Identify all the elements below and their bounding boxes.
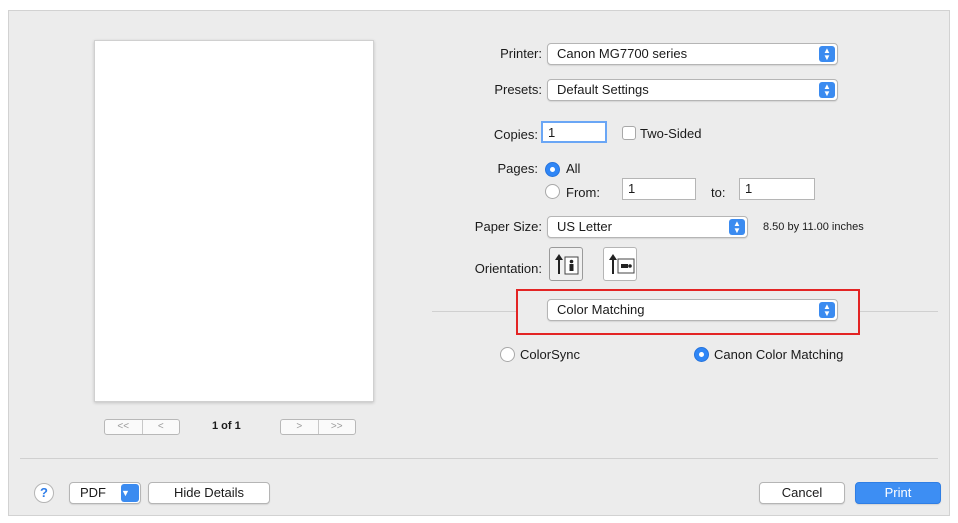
first-page-button[interactable]: << xyxy=(105,420,142,434)
paper-size-value: US Letter xyxy=(557,219,612,234)
landscape-orientation-button[interactable] xyxy=(603,247,637,281)
presets-popup[interactable]: Default Settings ▲ ▼ xyxy=(547,79,838,101)
page-count: 1 of 1 xyxy=(212,420,241,432)
landscape-icon xyxy=(609,254,635,274)
paper-size-popup[interactable]: US Letter ▲ ▼ xyxy=(547,216,748,238)
pages-from-label: From: xyxy=(566,185,600,200)
colorsync-label: ColorSync xyxy=(520,347,580,362)
paper-dimensions: 8.50 by 11.00 inches xyxy=(763,221,864,233)
portrait-icon xyxy=(555,254,579,275)
section-separator-left xyxy=(432,311,516,312)
portrait-orientation-button[interactable] xyxy=(549,247,583,281)
copies-label: Copies: xyxy=(493,127,538,142)
previous-page-button[interactable]: < xyxy=(141,420,180,434)
pages-all-label: All xyxy=(566,161,581,176)
popup-arrows-icon: ▲ ▼ xyxy=(819,82,835,98)
pages-to-label: to: xyxy=(711,185,726,200)
next-page-button[interactable]: > xyxy=(281,420,318,434)
print-button[interactable]: Print xyxy=(855,482,941,504)
pages-from-radio[interactable] xyxy=(545,184,560,199)
paper-size-label: Paper Size: xyxy=(474,219,542,234)
presets-value: Default Settings xyxy=(557,82,649,97)
printer-value: Canon MG7700 series xyxy=(557,46,688,61)
canon-color-matching-radio[interactable] xyxy=(694,347,709,362)
pdf-label: PDF xyxy=(80,485,106,500)
page-preview xyxy=(94,40,374,402)
canon-color-matching-label: Canon Color Matching xyxy=(714,347,844,362)
help-button[interactable]: ? xyxy=(34,483,54,503)
copies-field[interactable]: 1 xyxy=(541,121,607,143)
colorsync-radio[interactable] xyxy=(500,347,515,362)
two-sided-checkbox[interactable] xyxy=(622,126,636,140)
preview-forward-buttons: > >> xyxy=(280,419,356,435)
pages-label: Pages: xyxy=(497,161,538,176)
popup-arrows-icon: ▲ ▼ xyxy=(729,219,745,235)
section-separator-right xyxy=(860,311,938,312)
last-page-button[interactable]: >> xyxy=(317,420,356,434)
presets-label: Presets: xyxy=(494,82,542,97)
highlight-box xyxy=(516,289,860,335)
pages-to-field[interactable]: 1 xyxy=(739,178,815,200)
printer-label: Printer: xyxy=(500,46,542,61)
cancel-button[interactable]: Cancel xyxy=(759,482,845,504)
pages-all-radio[interactable] xyxy=(545,162,560,177)
popup-arrows-icon: ▲ ▼ xyxy=(819,46,835,62)
two-sided-label: Two-Sided xyxy=(640,126,702,141)
footer-separator xyxy=(20,458,938,459)
orientation-label: Orientation: xyxy=(474,261,542,276)
pages-from-field[interactable]: 1 xyxy=(622,178,696,200)
chevron-down-icon: ▼ xyxy=(121,484,139,502)
printer-popup[interactable]: Canon MG7700 series ▲ ▼ xyxy=(547,43,838,65)
preview-back-buttons: << < xyxy=(104,419,180,435)
pdf-button[interactable]: PDF ▼ xyxy=(69,482,141,504)
hide-details-button[interactable]: Hide Details xyxy=(148,482,270,504)
